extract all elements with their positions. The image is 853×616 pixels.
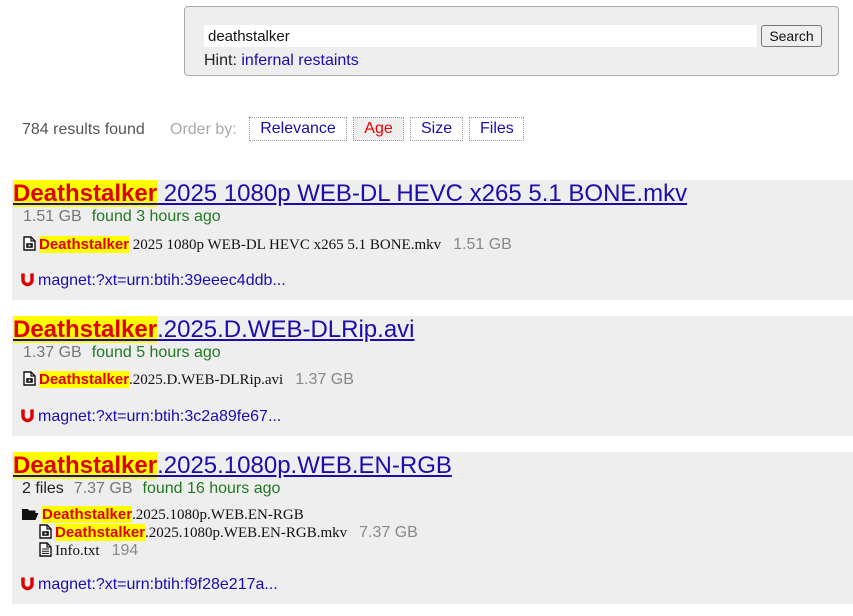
result-title-link[interactable]: Deathstalker.2025.1080p.WEB.EN-RGB [13, 452, 452, 480]
folder-highlight: Deathstalker [42, 506, 133, 523]
search-input[interactable] [204, 25, 757, 47]
result-item: Deathstalker.2025.D.WEB-DLRip.avi 1.37 G… [12, 316, 853, 436]
result-item: Deathstalker.2025.1080p.WEB.EN-RGB 2 fil… [12, 452, 853, 604]
magnet-icon [21, 273, 34, 292]
result-title-link[interactable]: Deathstalker 2025 1080p WEB-DL HEVC x265… [13, 180, 687, 208]
file-icon [23, 236, 36, 256]
file-highlight: Deathstalker [39, 371, 130, 388]
result-meta: 1.51 GB found 3 hours ago [23, 208, 221, 226]
search-hint: Hint: infernal restaints [204, 52, 359, 70]
magnet-link[interactable]: magnet:?xt=urn:btih:f9f28e217a... [21, 576, 278, 596]
result-file-count: 2 files [22, 480, 64, 497]
magnet-text: magnet:?xt=urn:btih:39eeec4ddb... [38, 272, 286, 289]
hint-label: Hint: [204, 52, 237, 69]
file-highlight: Deathstalker [39, 236, 130, 253]
result-title-link[interactable]: Deathstalker.2025.D.WEB-DLRip.avi [13, 316, 415, 344]
folder-name: .2025.1080p.WEB.EN-RGB [132, 507, 304, 523]
result-found-time: found 3 hours ago [91, 208, 221, 225]
title-highlight: Deathstalker [13, 316, 158, 343]
result-meta: 2 files 7.37 GB found 16 hours ago [22, 480, 280, 498]
title-rest: .2025.1080p.WEB.EN-RGB [157, 452, 452, 479]
folder-open-icon [22, 508, 39, 526]
folder-entry: Deathstalker.2025.1080p.WEB.EN-RGB [22, 506, 304, 526]
title-highlight: Deathstalker [13, 180, 158, 207]
search-box: Search Hint: infernal restaints [184, 6, 839, 76]
title-rest: .2025.D.WEB-DLRip.avi [157, 316, 415, 343]
file-size: 1.51 GB [453, 236, 512, 253]
result-count: 784 results found [22, 121, 145, 138]
search-button[interactable]: Search [761, 25, 822, 47]
order-relevance-button[interactable]: Relevance [249, 117, 347, 141]
order-age-button[interactable]: Age [353, 117, 404, 141]
file-size: 194 [111, 542, 139, 559]
title-highlight: Deathstalker [13, 452, 158, 479]
magnet-text: magnet:?xt=urn:btih:3c2a89fe67... [38, 408, 282, 425]
file-icon [23, 371, 36, 391]
order-size-button[interactable]: Size [410, 117, 463, 141]
title-rest: 2025 1080p WEB-DL HEVC x265 5.1 BONE.mkv [157, 180, 688, 207]
order-files-button[interactable]: Files [469, 117, 524, 141]
magnet-text: magnet:?xt=urn:btih:f9f28e217a... [38, 576, 278, 593]
file-icon [39, 524, 52, 544]
file-highlight: Deathstalker [55, 524, 146, 541]
order-by-label: Order by: [170, 121, 237, 138]
file-size: 1.37 GB [295, 371, 354, 388]
result-size: 1.51 GB [23, 208, 82, 225]
magnet-icon [21, 577, 34, 596]
file-name: .2025.1080p.WEB.EN-RGB.mkv [145, 525, 348, 541]
file-name: Info.txt [55, 543, 100, 559]
result-item: Deathstalker 2025 1080p WEB-DL HEVC x265… [12, 180, 853, 300]
result-size: 1.37 GB [23, 344, 82, 361]
text-file-icon [39, 542, 52, 562]
file-name: 2025 1080p WEB-DL HEVC x265 5.1 BONE.mkv [129, 237, 442, 253]
file-entry: Deathstalker.2025.D.WEB-DLRip.avi 1.37 GB [23, 371, 354, 391]
file-entry: Info.txt 194 [39, 542, 138, 562]
result-found-time: found 5 hours ago [91, 344, 221, 361]
magnet-link[interactable]: magnet:?xt=urn:btih:3c2a89fe67... [21, 408, 281, 428]
file-name: .2025.D.WEB-DLRip.avi [129, 372, 284, 388]
file-entry: Deathstalker.2025.1080p.WEB.EN-RGB.mkv 7.… [39, 524, 418, 544]
result-meta: 1.37 GB found 5 hours ago [23, 344, 221, 362]
hint-link[interactable]: infernal restaints [241, 52, 358, 69]
magnet-icon [21, 409, 34, 428]
file-size: 7.37 GB [359, 524, 418, 541]
result-size: 7.37 GB [73, 480, 133, 497]
result-found-time: found 16 hours ago [142, 480, 281, 497]
file-entry: Deathstalker 2025 1080p WEB-DL HEVC x265… [23, 236, 512, 256]
magnet-link[interactable]: magnet:?xt=urn:btih:39eeec4ddb... [21, 272, 286, 292]
